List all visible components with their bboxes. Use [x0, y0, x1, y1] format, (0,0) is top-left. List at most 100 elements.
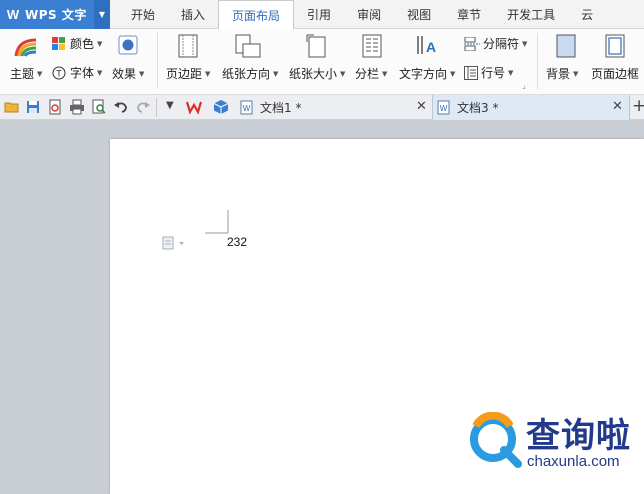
chevron-down-icon: ▼: [522, 39, 528, 48]
cloud-docs-icon[interactable]: [213, 99, 229, 115]
export-pdf-icon[interactable]: [47, 99, 63, 115]
columns-label: 分栏: [355, 67, 380, 81]
document-icon: W: [240, 100, 253, 115]
effect-label: 效果: [112, 67, 137, 81]
breaks-label: 分隔符: [483, 37, 520, 51]
color-palette-icon: [52, 36, 65, 50]
chevron-down-icon: ▼: [382, 69, 388, 78]
menu-bar: W WPS 文字 ▼ 开始 插入 页面布局 引用 审阅 视图 章节 开发工具 云: [0, 0, 644, 30]
app-name: WPS 文字: [25, 8, 87, 22]
background-label: 背景: [546, 67, 571, 81]
chevron-down-icon: ▼: [340, 69, 346, 78]
paper-size-button[interactable]: 纸张大小 ▼: [289, 65, 345, 82]
doc-tab-3[interactable]: W 文档3 *: [432, 95, 630, 120]
ribbon-divider: [537, 33, 538, 89]
svg-text:T: T: [56, 68, 62, 78]
print-preview-icon[interactable]: [91, 99, 107, 115]
wps-logo-icon: W: [6, 7, 20, 22]
text-direction-label: 文字方向: [399, 67, 448, 81]
document-text[interactable]: 232: [227, 235, 247, 249]
page-border-icon[interactable]: [605, 34, 625, 58]
close-icon[interactable]: ✕: [612, 99, 623, 114]
text-direction-icon[interactable]: A: [415, 34, 439, 58]
tab-view[interactable]: 视图: [394, 0, 444, 29]
paste-options-icon[interactable]: [162, 236, 190, 250]
doc-tab-title: 文档3 *: [457, 101, 499, 115]
document-icon: W: [437, 100, 450, 115]
page-border-button[interactable]: 页面边框: [591, 65, 639, 82]
margins-button[interactable]: 页边距 ▼: [166, 65, 210, 82]
watermark-brand: 查询啦: [526, 416, 631, 456]
margin-corner-mark: [205, 210, 229, 234]
close-icon[interactable]: ✕: [416, 99, 427, 114]
orientation-icon[interactable]: [235, 34, 261, 58]
new-tab-icon[interactable]: +: [632, 96, 644, 116]
ribbon-divider: [157, 33, 158, 89]
app-dropdown-icon[interactable]: ▼: [94, 0, 110, 29]
background-icon[interactable]: [556, 34, 576, 58]
wps-home-icon[interactable]: [186, 99, 202, 115]
tab-page-layout[interactable]: 页面布局: [218, 0, 295, 30]
tab-cloud[interactable]: 云: [568, 0, 606, 29]
menu-tabs: 开始 插入 页面布局 引用 审阅 视图 章节 开发工具 云: [118, 0, 606, 30]
tab-review[interactable]: 审阅: [344, 0, 394, 29]
svg-text:W: W: [243, 104, 251, 113]
watermark-logo-icon: [470, 412, 522, 468]
color-button[interactable]: 颜色 ▼: [52, 35, 102, 52]
theme-icon[interactable]: [14, 36, 38, 58]
svg-text:W: W: [440, 104, 448, 113]
line-numbers-icon: [464, 65, 478, 80]
breaks-button[interactable]: 分隔符 ▼: [464, 35, 527, 52]
chevron-down-icon: ▼: [573, 69, 579, 78]
ribbon: 主题 ▼ 颜色 ▼ T 字体 ▼ 效果 ▼ 页边距 ▼ 纸张方向 ▼ 纸张大小 …: [0, 29, 644, 95]
theme-button[interactable]: 主题 ▼: [10, 65, 42, 82]
chevron-down-icon: ▼: [37, 69, 43, 78]
app-menu-button[interactable]: W WPS 文字 ▼: [0, 0, 110, 29]
page-border-label: 页面边框: [591, 67, 640, 81]
chevron-down-icon: ▼: [273, 69, 279, 78]
paper-size-icon[interactable]: [306, 34, 326, 58]
font-button[interactable]: T 字体 ▼: [52, 64, 102, 81]
font-label: 字体: [70, 66, 95, 80]
chevron-down-icon: ▼: [508, 68, 514, 77]
margins-label: 页边距: [166, 67, 203, 81]
chevron-down-icon: ▼: [97, 39, 103, 48]
chevron-down-icon: ▼: [205, 69, 211, 78]
svg-text:A: A: [426, 39, 436, 55]
open-folder-icon[interactable]: [4, 99, 20, 115]
quick-access-toolbar: ▼ W 文档1 * ✕ W 文档3 * ✕ +: [0, 95, 644, 120]
customize-dropdown-icon[interactable]: ▼: [166, 100, 174, 111]
tab-insert[interactable]: 插入: [168, 0, 218, 29]
paper-size-label: 纸张大小: [289, 67, 338, 81]
line-numbers-button[interactable]: 行号 ▼: [464, 64, 513, 81]
background-button[interactable]: 背景 ▼: [546, 65, 578, 82]
tab-start[interactable]: 开始: [118, 0, 168, 29]
color-label: 颜色: [70, 37, 95, 51]
watermark-url: chaxunla.com: [527, 453, 620, 470]
redo-icon[interactable]: [135, 99, 151, 115]
chevron-down-icon: ▼: [97, 68, 103, 77]
tab-references[interactable]: 引用: [294, 0, 344, 29]
tab-chapter[interactable]: 章节: [444, 0, 494, 29]
doc-tab-1[interactable]: W 文档1 *: [234, 95, 432, 120]
toolbar-divider: [156, 98, 157, 117]
effect-icon[interactable]: [118, 35, 138, 55]
chevron-down-icon: ▼: [139, 69, 145, 78]
save-icon[interactable]: [25, 99, 41, 115]
theme-label: 主题: [10, 67, 35, 81]
page-break-icon: [464, 36, 480, 51]
text-direction-button[interactable]: 文字方向 ▼: [399, 65, 455, 82]
effect-button[interactable]: 效果 ▼: [112, 65, 144, 82]
line-numbers-label: 行号: [481, 66, 506, 80]
undo-icon[interactable]: [113, 99, 129, 115]
orientation-label: 纸张方向: [222, 67, 271, 81]
print-icon[interactable]: [69, 99, 85, 115]
dialog-launcher-icon[interactable]: ⌟: [522, 81, 526, 90]
margins-icon[interactable]: [178, 34, 198, 58]
orientation-button[interactable]: 纸张方向 ▼: [222, 65, 278, 82]
chevron-down-icon: ▼: [450, 69, 456, 78]
tab-developer[interactable]: 开发工具: [494, 0, 568, 29]
columns-button[interactable]: 分栏 ▼: [355, 65, 387, 82]
columns-icon[interactable]: [362, 34, 382, 58]
doc-tab-title: 文档1 *: [260, 101, 302, 115]
